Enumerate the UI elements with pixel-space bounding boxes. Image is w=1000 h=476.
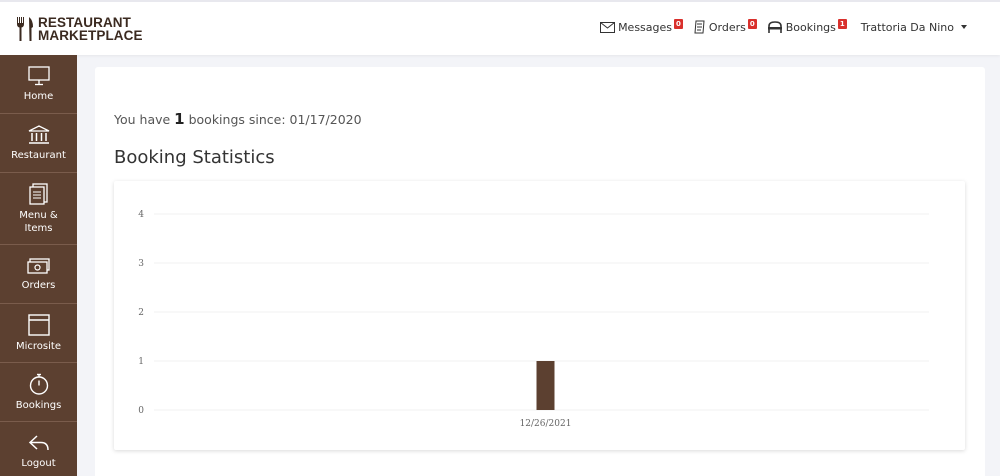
- sidebar-item-label: Home: [23, 90, 54, 102]
- sidebar-item-microsite[interactable]: Microsite: [0, 304, 77, 363]
- window-icon: [27, 313, 50, 336]
- page-title: Booking Statistics: [114, 147, 275, 168]
- header-nav: Messages 0 Orders 0 Bookings 1 Trattoria…: [600, 19, 1000, 34]
- logo[interactable]: RESTAURANT MARKETPLACE: [15, 15, 143, 43]
- since-prefix: You have: [114, 112, 175, 127]
- logout-icon: [28, 435, 49, 451]
- bookings-since-text: You have 1 bookings since: 01/17/2020: [114, 110, 362, 128]
- nav-bookings[interactable]: Bookings 1: [767, 19, 847, 34]
- booking-chart-svg: 0 1 2 3 4 12/26/2021: [138, 210, 929, 429]
- chart-bar[interactable]: [536, 361, 555, 410]
- y-tick-label: 4: [138, 210, 144, 220]
- chevron-down-icon: [961, 25, 967, 29]
- y-tick-label: 0: [138, 406, 144, 416]
- messages-badge: 0: [674, 19, 683, 29]
- sidebar-item-restaurant[interactable]: Restaurant: [0, 114, 77, 173]
- sidebar-item-label: Restaurant: [11, 149, 66, 161]
- booking-chart: 0 1 2 3 4 12/26/2021: [114, 181, 965, 450]
- sidebar-item-label: Menu & Items: [19, 209, 58, 234]
- bookings-badge: 1: [837, 19, 847, 29]
- since-suffix: bookings since: 01/17/2020: [184, 112, 362, 127]
- sidebar-item-label: Bookings: [15, 399, 62, 411]
- cash-icon: [26, 257, 50, 274]
- nav-messages-label: Messages: [618, 20, 673, 34]
- main-card: You have 1 bookings since: 01/17/2020 Bo…: [95, 67, 985, 476]
- nav-orders-label: Orders: [708, 20, 746, 34]
- sidebar-item-logout[interactable]: Logout: [0, 422, 77, 476]
- x-tick-label: 12/26/2021: [520, 419, 572, 429]
- sidebar-item-label: Microsite: [16, 340, 61, 352]
- nav-orders[interactable]: Orders 0: [693, 19, 757, 34]
- bookings-count: 1: [174, 110, 185, 128]
- sidebar-item-label: Orders: [21, 279, 56, 291]
- sidebar-item-orders[interactable]: Orders: [0, 245, 77, 304]
- sidebar-item-home[interactable]: Home: [0, 55, 77, 114]
- orders-badge: 0: [747, 19, 757, 29]
- y-tick-label: 1: [138, 357, 144, 367]
- envelope-icon: [600, 21, 616, 33]
- monitor-icon: [27, 65, 50, 85]
- y-tick-label: 2: [138, 308, 144, 318]
- sidebar-item-label: Logout: [21, 458, 56, 469]
- menu-icon: [28, 182, 48, 205]
- receipt-icon: [694, 20, 705, 34]
- sidebar: Home Restaurant Menu & Items Orders Micr…: [0, 55, 77, 476]
- nav-messages[interactable]: Messages 0: [600, 19, 683, 34]
- user-menu[interactable]: Trattoria Da Nino: [861, 21, 967, 34]
- sidebar-item-menu-items[interactable]: Menu & Items: [0, 173, 77, 245]
- sidebar-item-bookings[interactable]: Bookings: [0, 363, 77, 422]
- y-tick-label: 3: [138, 259, 144, 269]
- nav-bookings-label: Bookings: [785, 20, 836, 34]
- fork-knife-icon: [17, 17, 33, 41]
- building-icon: [28, 124, 49, 144]
- stopwatch-icon: [29, 373, 48, 395]
- logo-text: RESTAURANT MARKETPLACE: [38, 16, 143, 43]
- booth-icon: [767, 20, 782, 33]
- logo-line-2: MARKETPLACE: [38, 28, 143, 43]
- user-name: Trattoria Da Nino: [860, 20, 954, 34]
- top-navbar: RESTAURANT MARKETPLACE Messages 0 Orders…: [0, 0, 1000, 55]
